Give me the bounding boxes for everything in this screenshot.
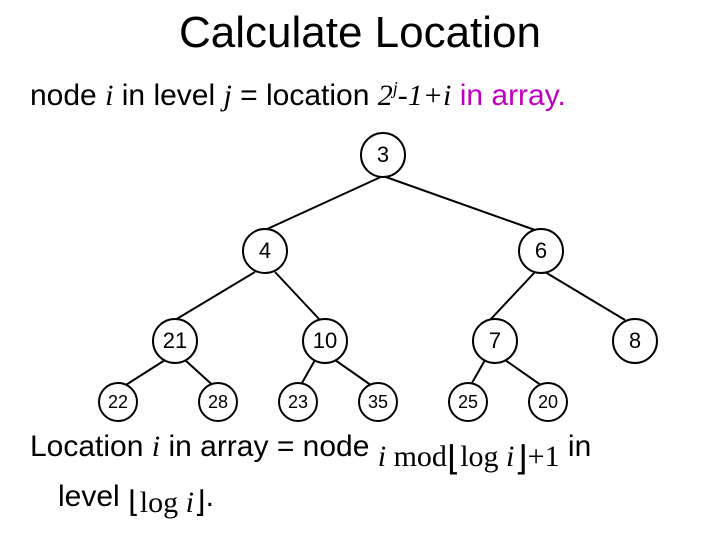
text: Location bbox=[30, 430, 152, 463]
tree-node: 35 bbox=[358, 382, 398, 422]
tree-node: 22 bbox=[98, 382, 138, 422]
floor-right-icon: ⌋ bbox=[194, 486, 206, 519]
formula-mod: i mod⌊log i⌋+1 bbox=[378, 435, 560, 478]
base-2: 2 bbox=[378, 79, 393, 112]
tree-node: 8 bbox=[612, 318, 658, 364]
text: in level bbox=[113, 79, 223, 112]
var-i: i bbox=[499, 440, 515, 473]
tree-node: 7 bbox=[472, 318, 518, 364]
formula-line-2: Location i in array = node i mod⌊log i⌋+… bbox=[30, 428, 591, 521]
text: node bbox=[30, 79, 105, 112]
tree-edges bbox=[0, 130, 720, 420]
var-j: j bbox=[223, 79, 231, 112]
slide: Calculate Location node i in level j = l… bbox=[0, 0, 720, 540]
text: in array = node bbox=[160, 430, 378, 463]
tree-node-root: 3 bbox=[360, 132, 406, 178]
var-i: i bbox=[378, 440, 386, 473]
formula-floor-log: ⌊log i⌋ bbox=[128, 484, 206, 522]
var-i: i bbox=[152, 430, 160, 463]
var-i: i bbox=[178, 486, 194, 519]
text: = location bbox=[232, 79, 378, 112]
tree-node: 23 bbox=[278, 382, 318, 422]
op-log: log bbox=[140, 486, 178, 519]
binary-tree: 3 4 6 21 10 7 8 22 28 23 35 25 20 bbox=[0, 130, 720, 420]
tree-node: 20 bbox=[528, 382, 568, 422]
tree-node: 6 bbox=[518, 228, 564, 274]
plus-one: +1 bbox=[528, 440, 560, 473]
op-log: log bbox=[460, 440, 498, 473]
text-end: in array. bbox=[451, 79, 565, 112]
text: . bbox=[206, 480, 214, 513]
text: -1+ bbox=[398, 79, 443, 112]
tree-node: 21 bbox=[152, 318, 198, 364]
floor-left-icon: ⌊ bbox=[447, 441, 460, 478]
op-mod: mod bbox=[386, 440, 447, 473]
slide-title: Calculate Location bbox=[0, 8, 720, 58]
floor-right-icon: ⌋ bbox=[514, 441, 527, 478]
text: level bbox=[58, 480, 128, 513]
tree-node: 28 bbox=[198, 382, 238, 422]
formula-line-1: node i in level j = location 2j-1+i in a… bbox=[30, 78, 566, 113]
tree-node: 25 bbox=[448, 382, 488, 422]
floor-left-icon: ⌊ bbox=[128, 486, 140, 519]
tree-node: 10 bbox=[302, 318, 348, 364]
tree-node: 4 bbox=[242, 228, 288, 274]
text: in bbox=[560, 430, 592, 463]
